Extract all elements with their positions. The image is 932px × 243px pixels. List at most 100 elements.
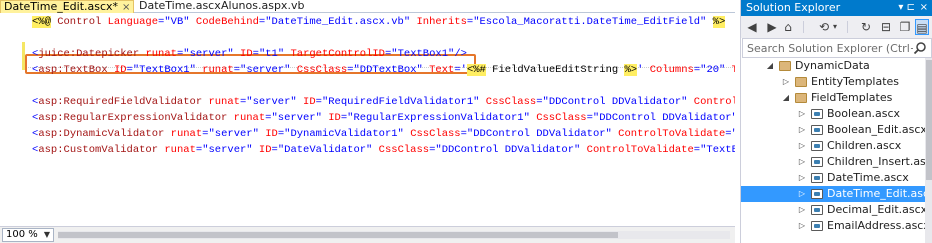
tree-item-label: EntityTemplates (811, 75, 900, 88)
collapsed-arrow-icon[interactable]: ▷ (797, 202, 807, 218)
code-token: <%# (466, 64, 486, 76)
code-token: asp:RegularExpressionValidator (38, 112, 228, 124)
collapsed-arrow-icon[interactable]: ▷ (797, 218, 807, 234)
tree-item[interactable]: ◢ DynamicData (741, 58, 925, 74)
code-token: Columns (649, 64, 694, 76)
code-token: CssClass (296, 64, 348, 76)
tab-datetime-ascx[interactable]: DateTime.ascx (136, 0, 224, 13)
tree-item[interactable]: ▷ Boolean.ascx (741, 106, 925, 122)
code-token: CodeBehind (195, 16, 259, 28)
code-token: CssClass (410, 128, 461, 140)
code-token: ControlToValidate (618, 128, 726, 140)
code-token: "DDControl DDValidator" (435, 144, 581, 156)
panel-header[interactable]: Solution Explorer ▾ ⊏ × (741, 0, 932, 16)
collapsed-arrow-icon[interactable]: ▷ (797, 154, 807, 170)
close-icon[interactable]: × (920, 0, 928, 15)
code-token: "DynamicValidator1" (284, 128, 404, 140)
copy-icon[interactable]: ❐ (898, 19, 912, 35)
tree-item[interactable]: ▷ Children.ascx (741, 138, 925, 154)
code-token: "VB" (164, 16, 190, 28)
tab-alunos-aspx-vb[interactable]: Alunos.aspx.vb (218, 0, 307, 13)
collapsed-arrow-icon[interactable]: ▷ (797, 138, 807, 154)
collapsed-arrow-icon[interactable]: ▷ (797, 186, 807, 202)
code-token: Text (429, 64, 455, 76)
code-token: <%@ (32, 16, 51, 28)
collapse-all-icon[interactable]: ⊟ (879, 19, 893, 35)
code-text-area[interactable]: <%@ Control Language="VB" CodeBehind="Da… (0, 14, 735, 226)
search-box (742, 38, 932, 58)
zoom-level: 100 % (6, 229, 38, 240)
code-token: Control (693, 96, 735, 108)
code-token: ' (460, 64, 467, 76)
collapsed-arrow-icon[interactable]: ▷ (797, 106, 807, 122)
code-token: juice:Datepicker (38, 48, 140, 60)
chevron-down-icon[interactable]: ▾ (833, 19, 837, 35)
code-line[interactable]: <%@ Control Language="VB" CodeBehind="Da… (32, 14, 726, 30)
tree-item[interactable]: ◢ FieldTemplates (741, 90, 925, 106)
code-token: "DateValidator" (277, 144, 373, 156)
code-token: "server" (271, 112, 322, 124)
code-token: Language (107, 16, 159, 28)
vertical-scrollbar[interactable] (925, 58, 932, 243)
ascx-file-icon (811, 141, 823, 151)
code-token: "server" (240, 64, 291, 76)
expanded-arrow-icon[interactable]: ◢ (781, 90, 791, 106)
code-line[interactable]: <asp:RegularExpressionValidator runat="s… (32, 110, 735, 126)
code-token: Control (50, 16, 108, 28)
refresh-icon[interactable]: ↻ (859, 19, 873, 35)
editor-status-strip: 100 % ▼ (0, 226, 735, 243)
code-token: "server" (183, 48, 234, 60)
home-icon[interactable]: ⌂ (781, 19, 795, 35)
search-icon[interactable] (913, 41, 927, 55)
code-line[interactable]: <asp:DynamicValidator runat="server" ID=… (32, 126, 735, 142)
tree-item[interactable]: ▷ Boolean_Edit.ascx (741, 122, 925, 138)
code-token: "server" (208, 128, 259, 140)
tree-item[interactable]: ▷ EmailAddress.ascx (741, 218, 925, 234)
code-line[interactable]: <asp:CustomValidator runat="server" ID="… (32, 142, 735, 158)
code-token: "DDControl DDValidator" (542, 96, 688, 108)
tab-datetime-edit-ascx[interactable]: DateTime_Edit.ascx* × (0, 0, 135, 13)
tree-item[interactable]: ▷ DateTime_Edit.ascx (741, 186, 925, 202)
horizontal-scrollbar[interactable] (58, 231, 730, 239)
code-editor[interactable]: DateTime_Edit.ascx* × DateTime.ascx Aluno… (0, 0, 735, 243)
panel-title: Solution Explorer (746, 1, 841, 14)
tree-item[interactable]: ▷ EntityTemplates (741, 74, 925, 90)
tree-item-label: DateTime_Edit.ascx (827, 187, 925, 200)
close-icon[interactable]: × (122, 2, 130, 13)
tab-label: DateTime_Edit.ascx* (4, 0, 119, 13)
code-token: ID (303, 96, 316, 108)
tree-item[interactable]: ▷ Children_Insert.ascx (741, 154, 925, 170)
code-token: asp:DynamicValidator (38, 128, 165, 140)
tab-label: Alunos.aspx.vb (221, 0, 305, 12)
code-token: "server" (246, 96, 297, 108)
code-token: asp:TextBox (38, 64, 108, 76)
code-line[interactable]: <juice:Datepicker runat="server" ID="t1"… (32, 46, 467, 62)
code-token: T (731, 64, 735, 76)
zoom-dropdown[interactable]: 100 % ▼ (2, 228, 54, 242)
search-input[interactable] (743, 39, 913, 57)
collapsed-arrow-icon[interactable]: ▷ (797, 122, 807, 138)
expanded-arrow-icon[interactable]: ◢ (765, 58, 775, 74)
toolbar-divider (847, 21, 848, 33)
code-token: "TextBox1" (391, 48, 455, 60)
collapsed-arrow-icon[interactable]: ▷ (797, 170, 807, 186)
code-line[interactable]: <asp:TextBox ID="TextBox1" runat="server… (32, 62, 735, 78)
code-token: runat (202, 64, 234, 76)
code-token: "DDControl DDValidator" (466, 128, 612, 140)
scrollbar-thumb[interactable] (926, 60, 932, 180)
tree-item[interactable]: ▷ Decimal_Edit.ascx (741, 202, 925, 218)
tree-item-label: Decimal_Edit.ascx (827, 203, 925, 216)
code-token: "TextBox1" (132, 64, 196, 76)
back-icon[interactable]: ◀ (745, 19, 759, 35)
pin-icon[interactable]: ▾ ⊏ (898, 0, 915, 15)
forward-icon[interactable]: ▶ (765, 19, 779, 35)
history-icon[interactable]: ⟲ (817, 19, 831, 35)
scrollbar-thumb[interactable] (58, 232, 618, 238)
tree-item[interactable]: ▷ DateTime.ascx (741, 170, 925, 186)
code-line[interactable]: <asp:RequiredFieldValidator runat="serve… (32, 94, 735, 110)
ascx-file-icon (811, 109, 823, 119)
properties-icon[interactable]: ▤ (915, 19, 929, 35)
tree-item-label: Boolean_Edit.ascx (827, 123, 925, 136)
collapsed-arrow-icon[interactable]: ▷ (781, 74, 791, 90)
